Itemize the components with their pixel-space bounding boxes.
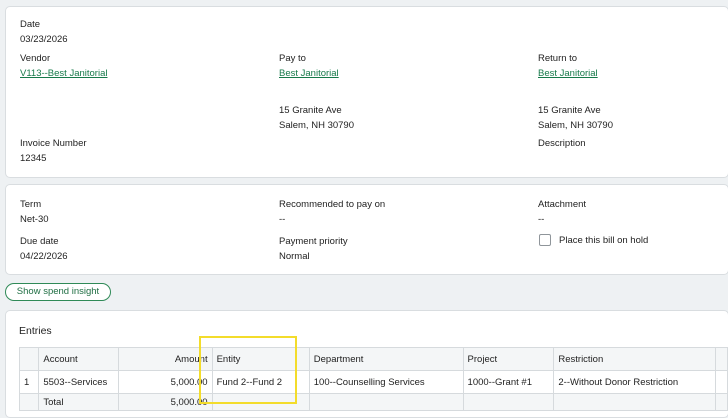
col-header-entity[interactable]: Entity bbox=[211, 347, 310, 371]
invoice-number-label: Invoice Number bbox=[20, 138, 87, 149]
recommended-pay-value: -- bbox=[279, 214, 286, 225]
attachment-label: Attachment bbox=[538, 199, 587, 210]
date-label: Date bbox=[20, 19, 41, 30]
total-empty-overflow bbox=[715, 393, 728, 411]
overflow-cell bbox=[715, 370, 728, 394]
col-header-account[interactable]: Account bbox=[38, 347, 119, 371]
pay-to-link[interactable]: Best Janitorial bbox=[279, 68, 339, 79]
term-value: Net-30 bbox=[20, 214, 49, 225]
bill-header-card: Date 03/23/2026 Vendor V113--Best Janito… bbox=[5, 6, 728, 178]
col-header-row-number bbox=[18, 347, 40, 371]
due-date-value: 04/22/2026 bbox=[20, 251, 68, 262]
payment-priority-value: Normal bbox=[279, 251, 310, 262]
entries-header-row: Account Amount Entity Department Project… bbox=[18, 347, 728, 371]
bill-terms-card: Term Net-30 Recommended to pay on -- Att… bbox=[5, 184, 728, 275]
col-header-restriction[interactable]: Restriction bbox=[553, 347, 717, 371]
col-header-project[interactable]: Project bbox=[462, 347, 555, 371]
total-empty-project bbox=[462, 393, 555, 411]
total-amount: 5,000.00 bbox=[117, 393, 213, 411]
table-row[interactable]: 1 5503--Services 5,000.00 Fund 2--Fund 2… bbox=[18, 370, 728, 394]
description-label: Description bbox=[538, 138, 586, 149]
col-header-department[interactable]: Department bbox=[308, 347, 464, 371]
pay-to-address-line1: 15 Granite Ave bbox=[279, 105, 342, 116]
hold-bill-checkbox[interactable] bbox=[539, 234, 551, 246]
hold-bill-label: Place this bill on hold bbox=[559, 235, 649, 246]
total-blank bbox=[18, 393, 40, 411]
attachment-value: -- bbox=[538, 214, 545, 225]
entries-title: Entries bbox=[19, 325, 52, 337]
col-header-amount[interactable]: Amount bbox=[117, 347, 213, 371]
recommended-pay-label: Recommended to pay on bbox=[279, 199, 386, 210]
return-to-address-line2: Salem, NH 30790 bbox=[538, 120, 613, 131]
project-cell[interactable]: 1000--Grant #1 bbox=[462, 370, 555, 394]
return-to-link[interactable]: Best Janitorial bbox=[538, 68, 598, 79]
invoice-number-value: 12345 bbox=[20, 153, 47, 164]
total-empty-entity bbox=[211, 393, 310, 411]
return-to-address-line1: 15 Granite Ave bbox=[538, 105, 601, 116]
total-label: Total bbox=[38, 393, 119, 411]
total-row: Total 5,000.00 bbox=[18, 393, 728, 411]
date-value: 03/23/2026 bbox=[20, 34, 68, 45]
show-spend-insight-button[interactable]: Show spend insight bbox=[5, 283, 111, 301]
term-label: Term bbox=[20, 199, 42, 210]
restriction-cell[interactable]: 2--Without Donor Restriction bbox=[553, 370, 717, 394]
payment-priority-label: Payment priority bbox=[279, 236, 348, 247]
entity-cell[interactable]: Fund 2--Fund 2 bbox=[211, 370, 310, 394]
amount-cell[interactable]: 5,000.00 bbox=[117, 370, 213, 394]
col-header-overflow bbox=[715, 347, 728, 371]
return-to-label: Return to bbox=[538, 53, 578, 64]
entries-table: Account Amount Entity Department Project… bbox=[18, 347, 728, 411]
vendor-label: Vendor bbox=[20, 53, 51, 64]
pay-to-address-line2: Salem, NH 30790 bbox=[279, 120, 354, 131]
total-empty-department bbox=[308, 393, 464, 411]
total-empty-restriction bbox=[553, 393, 717, 411]
pay-to-label: Pay to bbox=[279, 53, 306, 64]
due-date-label: Due date bbox=[20, 236, 59, 247]
department-cell[interactable]: 100--Counselling Services bbox=[308, 370, 464, 394]
vendor-link[interactable]: V113--Best Janitorial bbox=[20, 68, 107, 79]
account-cell[interactable]: 5503--Services bbox=[38, 370, 119, 394]
row-number: 1 bbox=[18, 370, 40, 394]
